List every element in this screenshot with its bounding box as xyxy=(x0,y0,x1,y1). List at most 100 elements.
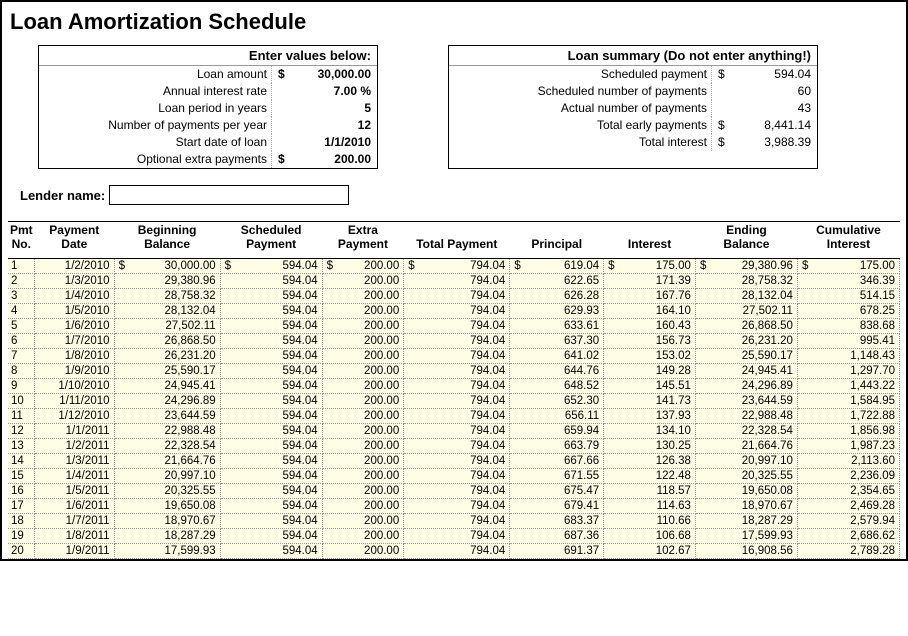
input-values-box: Enter values below: Loan amount$30,000.0… xyxy=(38,45,378,169)
cell-int: 153.02 xyxy=(604,348,696,363)
cell-int: $175.00 xyxy=(604,258,696,273)
cell-date: 1/11/2010 xyxy=(35,393,115,408)
lender-name-input[interactable] xyxy=(109,185,349,205)
cell-no: 4 xyxy=(8,303,35,318)
cell-ebal: 23,644.59 xyxy=(695,393,797,408)
cell-extra: 200.00 xyxy=(322,303,404,318)
cell-sch: 594.04 xyxy=(220,288,322,303)
cell-int: 164.10 xyxy=(604,303,696,318)
cell-int: 122.48 xyxy=(604,468,696,483)
cell-cum: 1,722.88 xyxy=(797,408,899,423)
cell-no: 3 xyxy=(8,288,35,303)
cell-sch: 594.04 xyxy=(220,378,322,393)
cell-sch: 594.04 xyxy=(220,333,322,348)
summary-value: 60 xyxy=(712,83,817,100)
cell-int: 171.39 xyxy=(604,273,696,288)
cell-date: 1/7/2011 xyxy=(35,513,115,528)
cell-no: 8 xyxy=(8,363,35,378)
summary-label: Scheduled payment xyxy=(449,66,712,83)
cell-prin: 679.41 xyxy=(510,498,604,513)
cell-sch: 594.04 xyxy=(220,498,322,513)
summary-row: Actual number of payments43 xyxy=(449,100,817,117)
currency-symbol: $ xyxy=(718,66,725,83)
table-row: 191/8/201118,287.29594.04200.00794.04687… xyxy=(8,528,900,543)
cell-cum: 1,856.98 xyxy=(797,423,899,438)
cell-ebal: 22,988.48 xyxy=(695,408,797,423)
cell-ebal: 16,908.56 xyxy=(695,543,797,558)
table-row: 141/3/201121,664.76594.04200.00794.04667… xyxy=(8,453,900,468)
cell-total: 794.04 xyxy=(404,318,510,333)
column-header: BeginningBalance xyxy=(114,222,220,259)
cell-int: 130.25 xyxy=(604,438,696,453)
cell-date: 1/5/2010 xyxy=(35,303,115,318)
summary-label: Scheduled number of payments xyxy=(449,83,712,100)
cell-date: 1/7/2010 xyxy=(35,333,115,348)
input-row: Annual interest rate7.00 % xyxy=(39,83,377,100)
cell-total: 794.04 xyxy=(404,453,510,468)
cell-date: 1/6/2010 xyxy=(35,318,115,333)
input-value-text: 1/1/2010 xyxy=(324,135,371,149)
cell-cum: 1,987.23 xyxy=(797,438,899,453)
table-row: 181/7/201118,970.67594.04200.00794.04683… xyxy=(8,513,900,528)
currency-symbol: $ xyxy=(327,260,333,272)
cell-total: 794.04 xyxy=(404,408,510,423)
page-title: Loan Amortization Schedule xyxy=(10,9,900,35)
input-value[interactable]: $30,000.00 xyxy=(272,66,377,83)
cell-prin: 644.76 xyxy=(510,363,604,378)
cell-prin: 659.94 xyxy=(510,423,604,438)
summary-label: Total interest xyxy=(449,134,712,151)
table-row: 201/9/201117,599.93594.04200.00794.04691… xyxy=(8,543,900,558)
input-value[interactable]: 12 xyxy=(272,117,377,134)
table-row: 81/9/201025,590.17594.04200.00794.04644.… xyxy=(8,363,900,378)
input-value[interactable]: 5 xyxy=(272,100,377,117)
input-value[interactable]: $200.00 xyxy=(272,151,377,168)
input-value[interactable]: 7.00 % xyxy=(272,83,377,100)
cell-cum: 2,789.28 xyxy=(797,543,899,558)
cell-cum: 1,148.43 xyxy=(797,348,899,363)
cell-total: 794.04 xyxy=(404,303,510,318)
cell-extra: 200.00 xyxy=(322,393,404,408)
cell-total: 794.04 xyxy=(404,288,510,303)
cell-date: 1/8/2011 xyxy=(35,528,115,543)
cell-extra: 200.00 xyxy=(322,543,404,558)
cell-date: 1/4/2011 xyxy=(35,468,115,483)
summary-value: 43 xyxy=(712,100,817,117)
cell-total: 794.04 xyxy=(404,498,510,513)
cell-sch: 594.04 xyxy=(220,543,322,558)
cell-int: 102.67 xyxy=(604,543,696,558)
cell-total: 794.04 xyxy=(404,528,510,543)
table-row: 61/7/201026,868.50594.04200.00794.04637.… xyxy=(8,333,900,348)
summary-value-text: 8,441.14 xyxy=(764,118,811,132)
cell-extra: 200.00 xyxy=(322,288,404,303)
cell-bbal: 21,664.76 xyxy=(114,453,220,468)
cell-bbal: 18,970.67 xyxy=(114,513,220,528)
summary-value: $8,441.14 xyxy=(712,117,817,134)
cell-sch: 594.04 xyxy=(220,483,322,498)
cell-extra: 200.00 xyxy=(322,468,404,483)
cell-no: 1 xyxy=(8,258,35,273)
cell-sch: 594.04 xyxy=(220,273,322,288)
cell-ebal: 28,132.04 xyxy=(695,288,797,303)
cell-total: 794.04 xyxy=(404,348,510,363)
cell-int: 114.63 xyxy=(604,498,696,513)
cell-prin: 648.52 xyxy=(510,378,604,393)
currency-symbol: $ xyxy=(278,66,285,83)
cell-ebal: 25,590.17 xyxy=(695,348,797,363)
cell-int: 137.93 xyxy=(604,408,696,423)
cell-no: 16 xyxy=(8,483,35,498)
cell-date: 1/9/2011 xyxy=(35,543,115,558)
input-row: Optional extra payments$200.00 xyxy=(39,151,377,168)
cell-cum: 2,236.09 xyxy=(797,468,899,483)
cell-prin: 622.65 xyxy=(510,273,604,288)
column-header: Principal xyxy=(510,222,604,259)
input-value[interactable]: 1/1/2010 xyxy=(272,134,377,151)
cell-sch: 594.04 xyxy=(220,528,322,543)
cell-prin: 675.47 xyxy=(510,483,604,498)
table-row: 51/6/201027,502.11594.04200.00794.04633.… xyxy=(8,318,900,333)
cell-sch: 594.04 xyxy=(220,303,322,318)
cell-prin: 641.02 xyxy=(510,348,604,363)
cell-prin: 667.66 xyxy=(510,453,604,468)
cell-date: 1/9/2010 xyxy=(35,363,115,378)
cell-ebal: 24,945.41 xyxy=(695,363,797,378)
summary-value-text: 594.04 xyxy=(774,67,811,81)
